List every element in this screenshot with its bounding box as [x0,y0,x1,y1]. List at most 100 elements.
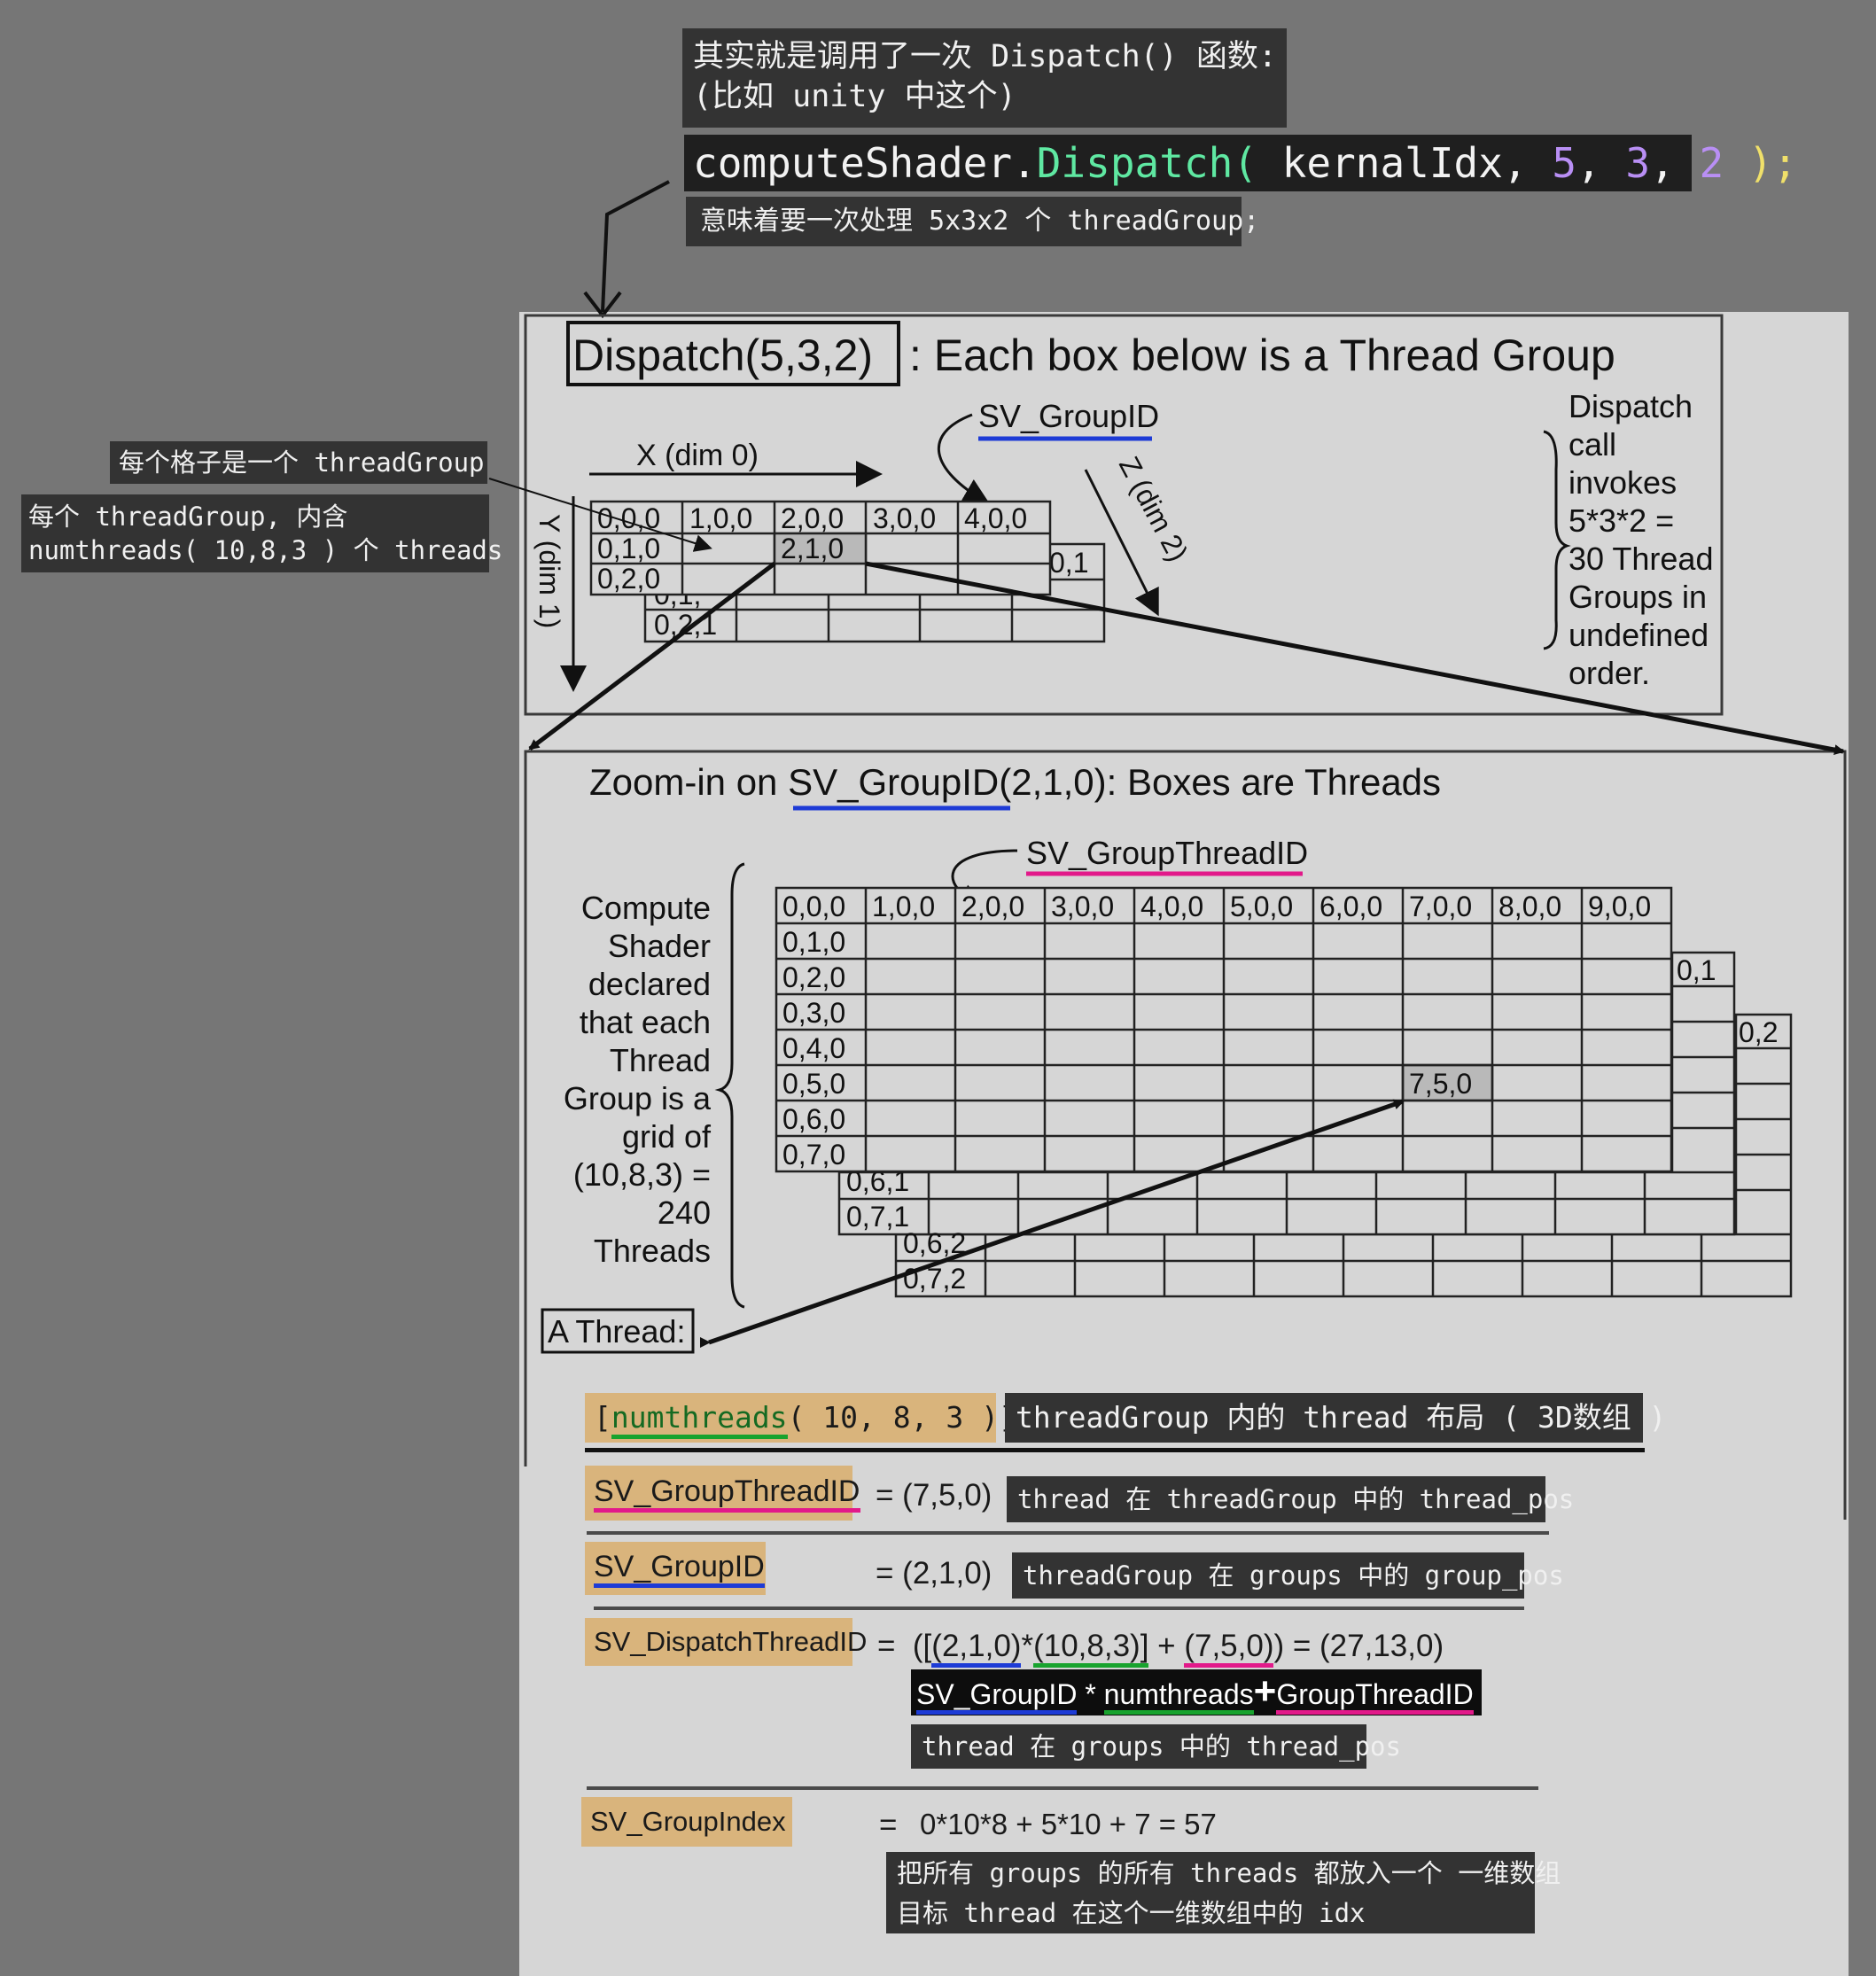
groupid-rule [594,1606,1524,1610]
groupthreadid-tag-label: SV_GroupThreadID [594,1474,860,1513]
svg-text:order.: order. [1569,655,1650,691]
svg-text:1,0,0: 1,0,0 [872,891,935,922]
thread-cell-layer2-corner: 0,2 [1739,1016,1778,1048]
dispatch-group: (2,1,0) [931,1629,1022,1668]
dispatch-star: * [1021,1629,1034,1663]
svg-text:that each: that each [580,1004,711,1040]
svg-text:0,2,0: 0,2,0 [782,961,845,993]
svg-text:Thread: Thread [610,1042,711,1078]
groupid-tag-label: SV_GroupID [594,1550,765,1588]
svg-text:declared: declared [588,966,711,1002]
svg-text:Compute: Compute [581,890,711,926]
dispatch-title: Dispatch(5,3,2) [572,331,873,380]
numthreads-rule [585,1448,1645,1452]
dispatch-brace [1543,430,1571,650]
zoom-brace [714,862,745,1309]
svg-text:0,6,0: 0,6,0 [782,1103,845,1135]
groupthreadid-tag: SV_GroupThreadID [585,1466,860,1521]
y-axis-label: Y (dim 1) [533,514,565,628]
dispatch-plus: + [1148,1629,1185,1663]
svg-text:0,0,0: 0,0,0 [782,891,845,922]
dispatch-title-rest: : Each box below is a Thread Group [909,331,1615,380]
dispatch-note: thread 在 groups 中的 thread_pos [911,1724,1401,1769]
thread-cell-0-7-1: 0,7,1 [846,1201,909,1233]
thread-col0-labels: 0,1,0 0,2,0 0,3,0 0,4,0 0,5,0 0,6,0 0,7,… [782,926,845,1171]
svg-text:5,0,0: 5,0,0 [1230,891,1293,922]
svg-text:4,0,0: 4,0,0 [1140,891,1203,922]
svg-text:Group is a: Group is a [564,1080,712,1116]
svg-text:Threads: Threads [594,1233,711,1269]
numthreads-bracket: [ [594,1400,611,1435]
numthreads-tag: [numthreads( 10, 8, 3 )] [585,1393,1016,1443]
sv-groupid-label: SV_GroupID [978,398,1159,434]
groupindex-note: 把所有 groups 的所有 threads 都放入一个 一维数组 目标 thr… [886,1852,1561,1933]
group-cell-x4: 4,0,0 [964,502,1027,534]
thread-cell-0-7-2: 0,7,2 [903,1263,966,1295]
group-cell-y1: 0,1,0 [597,533,660,564]
group-cell-corner-1: 0,1 [1049,547,1088,579]
dispatch-eq: = [877,1629,896,1663]
zoom-title: Zoom-in on SV_GroupID(2,1,0): Boxes are … [589,761,1441,803]
svg-text:Shader: Shader [608,928,711,964]
group-cell-x3: 3,0,0 [873,502,936,534]
numthreads-args: ( 10, 8, 3 )] [787,1400,1016,1435]
group-cell-x2: 2,0,0 [781,502,844,534]
svg-text:6,0,0: 6,0,0 [1319,891,1382,922]
groupthreadid-value: = (7,5,0) [876,1478,992,1513]
groupindex-tag: SV_GroupIndex [581,1797,792,1847]
legend-groupid: SV_GroupID [916,1678,1078,1715]
svg-text:3,0,0: 3,0,0 [1051,891,1114,922]
groupid-value: = (2,1,0) [876,1556,992,1591]
x-axis-label: X (dim 0) [636,439,759,472]
numthreads-note: threadGroup 内的 thread 布局 ( 3D数组 ) [1005,1393,1666,1443]
numthreads-keyword: numthreads [611,1400,788,1439]
dispatchthreadid-tag: SV_DispatchThreadID [585,1618,867,1666]
dispatch-rule [587,1786,1538,1790]
svg-text:grid of: grid of [622,1118,712,1155]
svg-text:undefined: undefined [1569,617,1709,653]
svg-text:240: 240 [658,1194,711,1231]
svg-text:0,4,0: 0,4,0 [782,1032,845,1064]
svg-text:Dispatch: Dispatch [1569,388,1693,424]
groupthreadid-note: thread 在 threadGroup 中的 thread_pos [1007,1476,1574,1522]
svg-text:0,5,0: 0,5,0 [782,1068,845,1100]
dispatch-numthreads: (10,8,3)] [1033,1629,1149,1668]
groupindex-value: 0*10*8 + 5*10 + 7 = 57 [920,1808,1217,1840]
svg-text:call: call [1569,426,1616,463]
svg-text:5*3*2 =: 5*3*2 = [1569,502,1674,539]
dispatch-open: ([ [912,1629,932,1663]
groupid-tag: SV_GroupID [585,1542,766,1595]
group-cell-x1: 1,0,0 [689,502,752,534]
dispatch-legend: SV_GroupID * numthreads+GroupThreadID [911,1669,1482,1715]
legend-groupthreadid: GroupThreadID [1276,1678,1474,1715]
group-cell-y2: 0,2,0 [597,563,660,595]
thread-cell-7-5-0: 7,5,0 [1409,1068,1472,1100]
groupid-note: threadGroup 在 groups 中的 group_pos [1012,1552,1564,1599]
svg-text:0,1,0: 0,1,0 [782,926,845,958]
groupthreadid-rule [587,1531,1549,1535]
groupindex-eq: = [879,1808,898,1842]
dispatch-thread: (7,5,0) [1184,1629,1274,1668]
svg-text:9,0,0: 9,0,0 [1588,891,1651,922]
legend-plus: + [1253,1669,1277,1713]
svg-text:8,0,0: 8,0,0 [1498,891,1561,922]
svg-text:invokes: invokes [1569,464,1677,501]
zoom-side-text: Compute Shader declared that each Thread… [564,890,712,1269]
svg-text:0,3,0: 0,3,0 [782,997,845,1029]
group-cell-2-1-0: 2,1,0 [781,533,844,564]
svg-text:0,7,0: 0,7,0 [782,1139,845,1171]
dispatchthreadid-formula: = ([(2,1,0)*(10,8,3)] + (7,5,0)) = (27,1… [877,1629,1444,1668]
dispatch-side-text: Dispatch call invokes 5*3*2 = 30 Thread … [1569,388,1713,691]
thread-cell-layer1-corner: 0,1 [1677,954,1716,986]
svg-text:30 Thread: 30 Thread [1569,541,1713,577]
legend-numthreads: numthreads [1103,1678,1254,1715]
thread-grid-layer0 [775,886,1673,1173]
dispatch-result: ) = (27,13,0) [1273,1629,1444,1663]
svg-text:Groups in: Groups in [1569,579,1707,615]
svg-text:7,0,0: 7,0,0 [1409,891,1472,922]
code-to-diagram-arrow [601,180,670,313]
svg-text:2,0,0: 2,0,0 [961,891,1024,922]
a-thread-label: A Thread: [548,1313,685,1350]
legend-star: * [1077,1678,1104,1710]
svg-text:(10,8,3) =: (10,8,3) = [573,1156,711,1193]
